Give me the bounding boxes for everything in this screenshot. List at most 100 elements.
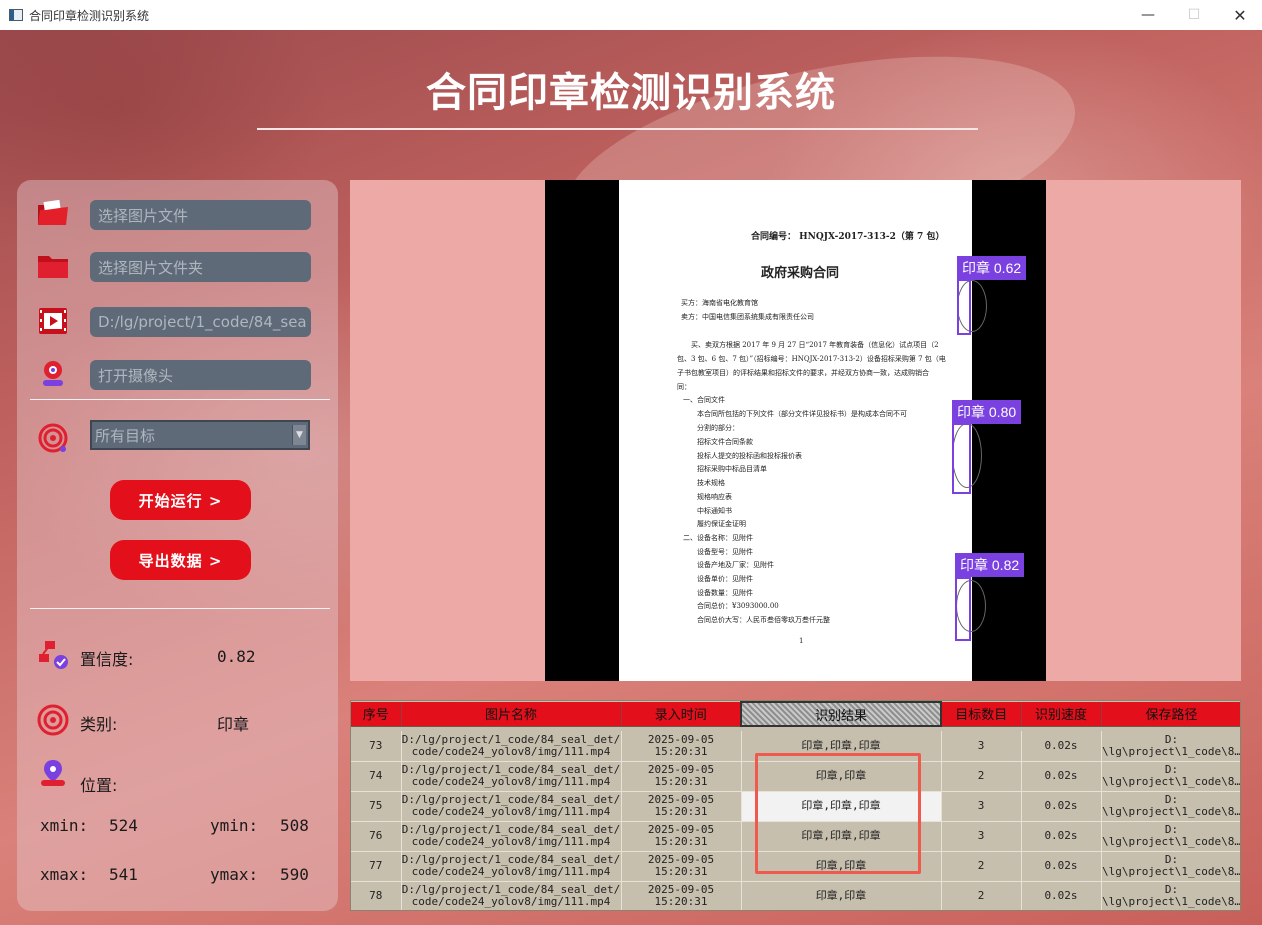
column-header[interactable]: 目标数目: [941, 702, 1022, 727]
doc-seller: 卖方：中国电信集团系统集成有限责任公司: [681, 313, 814, 321]
entry-time-cell[interactable]: 2025-09-05 15:20:31: [621, 881, 742, 910]
target-count-cell[interactable]: 3: [941, 791, 1022, 822]
highlight-annotation: [755, 753, 921, 874]
doc-list-item: 履约保证金证明: [697, 520, 746, 528]
doc-spec: 设备产地及厂家：见附件: [697, 561, 774, 569]
minimize-button[interactable]: —: [1125, 0, 1171, 30]
save-path-cell[interactable]: D: \lg\project\1_code\8…: [1101, 791, 1240, 822]
row-id-cell-text: 76: [369, 829, 383, 842]
detection-box: [955, 577, 971, 641]
folder-open-icon[interactable]: [36, 198, 70, 228]
column-header[interactable]: 保存路径: [1101, 702, 1240, 727]
entry-time-cell[interactable]: 2025-09-05 15:20:31: [621, 731, 742, 762]
result-cell[interactable]: 印章,印章: [741, 881, 942, 910]
row-id-cell[interactable]: 75: [351, 791, 402, 822]
close-button[interactable]: ✕: [1217, 0, 1262, 30]
target-count-cell[interactable]: 3: [941, 731, 1022, 762]
panel-divider: [30, 608, 330, 609]
xmin-label: xmin:: [40, 816, 89, 835]
save-path-cell-text: \lg\project\1_code\8…: [1101, 775, 1241, 788]
column-header[interactable]: 识别结果: [740, 701, 942, 727]
speed-cell-text: 0.02s: [1044, 829, 1078, 842]
row-id-cell[interactable]: 73: [351, 731, 402, 762]
speed-cell[interactable]: 0.02s: [1021, 791, 1102, 822]
ymax-value: 590: [280, 865, 309, 884]
row-id-cell[interactable]: 77: [351, 851, 402, 882]
camera-icon[interactable]: [36, 358, 70, 388]
target-count-cell[interactable]: 2: [941, 881, 1022, 910]
doc-buyer: 买方：海南省电化教育馆: [681, 299, 758, 307]
video-path-input[interactable]: D:/lg/project/1_code/84_sea: [90, 307, 311, 337]
image-viewer: 合同编号： HNQJX-2017-313-2（第 7 包） 政府采购合同 买方：…: [350, 180, 1241, 681]
video-icon[interactable]: [36, 306, 70, 336]
table-row[interactable]: 78 D:/lg/project/1_code/84_seal_det/code/…: [351, 881, 1241, 910]
xmax-label: xmax:: [40, 865, 89, 884]
doc-paragraph: 同：: [677, 383, 691, 391]
result-cell-text: 印章,印章: [815, 889, 867, 902]
folder-icon[interactable]: [36, 251, 70, 281]
image-name-cell[interactable]: D:/lg/project/1_code/84_seal_det/code/co…: [401, 761, 622, 792]
column-header[interactable]: 图片名称: [401, 702, 622, 727]
entry-time-cell[interactable]: 2025-09-05 15:20:31: [621, 821, 742, 852]
column-header[interactable]: 录入时间: [621, 702, 742, 727]
image-name-cell[interactable]: D:/lg/project/1_code/84_seal_det/code/co…: [401, 731, 622, 762]
doc-paragraph: 分割的部分：: [697, 424, 739, 432]
ymin-label: ymin:: [210, 816, 259, 835]
entry-time-cell[interactable]: 2025-09-05 15:20:31: [621, 791, 742, 822]
save-path-cell[interactable]: D: \lg\project\1_code\8…: [1101, 731, 1240, 762]
maximize-button[interactable]: ☐: [1171, 0, 1217, 30]
export-button[interactable]: 导出数据 >: [110, 540, 251, 580]
speed-cell[interactable]: 0.02s: [1021, 761, 1102, 792]
target-count-cell[interactable]: 3: [941, 821, 1022, 852]
class-icon: [36, 704, 70, 736]
row-id-cell[interactable]: 76: [351, 821, 402, 852]
target-count-cell[interactable]: 2: [941, 761, 1022, 792]
speed-cell[interactable]: 0.02s: [1021, 881, 1102, 910]
image-name-cell[interactable]: D:/lg/project/1_code/84_seal_det/code/co…: [401, 851, 622, 882]
result-cell-text: 印章,印章,印章: [801, 738, 881, 752]
ymin-value: 508: [280, 816, 309, 835]
row-id-cell[interactable]: 74: [351, 761, 402, 792]
xmin-value: 524: [109, 816, 138, 835]
start-button[interactable]: 开始运行 >: [110, 480, 251, 520]
save-path-cell[interactable]: D: \lg\project\1_code\8…: [1101, 881, 1241, 910]
image-name-cell[interactable]: D:/lg/project/1_code/84_seal_det/code/co…: [401, 821, 622, 852]
entry-time-cell-text: 15:20:31: [654, 775, 708, 788]
entry-time-cell-text: 15:20:31: [654, 835, 708, 848]
image-file-input[interactable]: 选择图片文件: [90, 200, 311, 230]
speed-cell-text: 0.02s: [1044, 859, 1078, 872]
save-path-cell[interactable]: D: \lg\project\1_code\8…: [1101, 821, 1240, 852]
doc-list-item: 中标通知书: [697, 507, 732, 515]
save-path-cell[interactable]: D: \lg\project\1_code\8…: [1101, 761, 1241, 792]
location-icon: [36, 758, 70, 788]
doc-paragraph: 本合同所包括的下列文件（部分文件详见投标书）是构成本合同不可: [697, 410, 907, 418]
chevron-down-icon[interactable]: ▼: [292, 425, 306, 445]
image-folder-input[interactable]: 选择图片文件夹: [90, 252, 311, 282]
target-count-cell[interactable]: 2: [941, 851, 1022, 882]
entry-time-cell[interactable]: 2025-09-05 15:20:31: [621, 761, 742, 792]
image-name-cell[interactable]: D:/lg/project/1_code/84_seal_det/code/co…: [401, 881, 622, 910]
row-id-cell[interactable]: 78: [351, 881, 402, 910]
speed-cell[interactable]: 0.02s: [1021, 731, 1102, 762]
entry-time-cell[interactable]: 2025-09-05 15:20:31: [621, 851, 742, 882]
row-id-cell-text: 78: [369, 889, 383, 902]
column-header[interactable]: 识别速度: [1021, 702, 1102, 727]
image-name-cell-text: code/code24_yolov8/img/111.mp4: [411, 744, 611, 758]
save-path-cell-text: \lg\project\1_code\8…: [1101, 895, 1241, 908]
target-count-cell-text: 2: [977, 859, 985, 872]
camera-input[interactable]: 打开摄像头: [90, 360, 311, 390]
column-header[interactable]: 序号: [351, 702, 402, 727]
detection-box: [957, 279, 971, 335]
save-path-cell[interactable]: D: \lg\project\1_code\8…: [1101, 851, 1240, 882]
target-select[interactable]: 所有目标 ▼: [90, 420, 310, 450]
confidence-icon: [36, 640, 70, 670]
xmax-value: 541: [109, 865, 138, 884]
speed-cell[interactable]: 0.02s: [1021, 851, 1102, 882]
speed-cell[interactable]: 0.02s: [1021, 821, 1102, 852]
doc-paragraph: 包、3 包、6 包、7 包）”（招标编号：HNQJX-2017-313-2）设备…: [677, 355, 946, 363]
doc-paragraph: 买、卖双方根据 2017 年 9 月 27 日“2017 年教育装备（信息化）试…: [691, 341, 939, 349]
entry-time-cell-text: 15:20:31: [654, 744, 708, 758]
confidence-label: 置信度:: [80, 650, 134, 669]
doc-spec: 合同总价：¥3093000.00: [697, 602, 779, 610]
image-name-cell[interactable]: D:/lg/project/1_code/84_seal_det/code/co…: [401, 791, 622, 822]
